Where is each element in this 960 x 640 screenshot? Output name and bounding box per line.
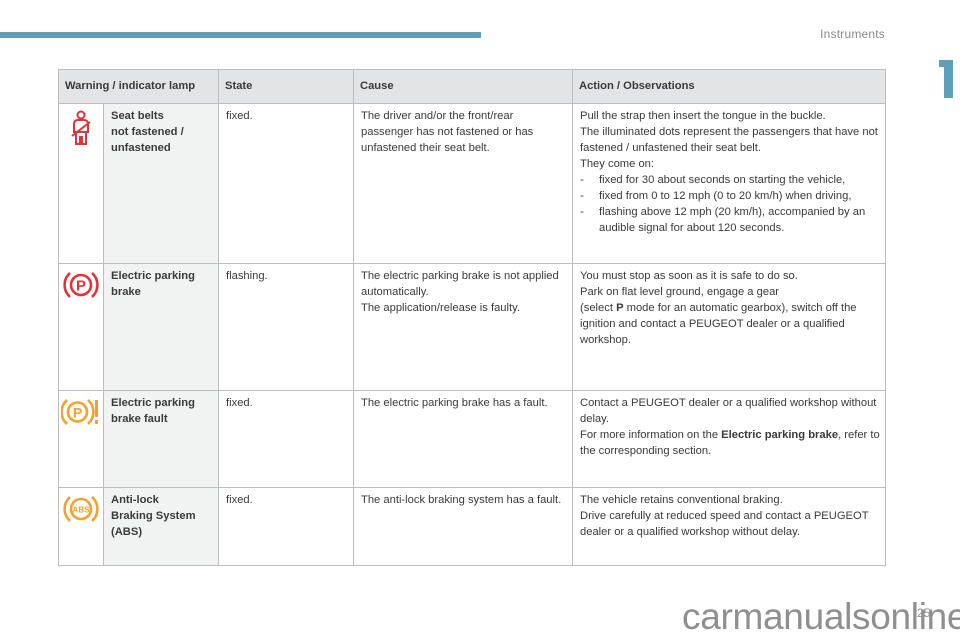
action-bullet: - fixed for 30 about seconds on starting … xyxy=(580,174,846,186)
action-bullet: - flashing above 12 mph (20 km/h), accomp… xyxy=(580,206,866,234)
lamp-name: Electric parking brake fault xyxy=(103,390,219,488)
table-row: P Electric parking brake flashing. The e… xyxy=(58,263,886,391)
lamp-action: You must stop as soon as it is safe to d… xyxy=(572,263,886,391)
parking-brake-fault-icon: P xyxy=(61,399,101,430)
lamp-action: The vehicle retains conventional braking… xyxy=(572,487,886,566)
lamp-state: fixed. xyxy=(218,390,354,488)
header-accent-bar xyxy=(0,32,481,38)
lamp-cause: The electric parking brake has a fault. xyxy=(353,390,573,488)
parking-brake-icon: P xyxy=(63,272,99,303)
column-header-state: State xyxy=(218,69,354,104)
lamp-name: Anti-lock Braking System (ABS) xyxy=(103,487,219,566)
lamp-action: Pull the strap then insert the tongue in… xyxy=(572,103,886,264)
cross-reference-link: Electric parking brake xyxy=(721,429,839,441)
table-row: Seat belts not fastened / unfastened fix… xyxy=(58,103,886,264)
abs-icon: ABS xyxy=(63,496,99,527)
warning-lamps-table: Warning / indicator lamp State Cause Act… xyxy=(58,69,886,566)
lamp-state: flashing. xyxy=(218,263,354,391)
lamp-cause: The electric parking brake is not applie… xyxy=(353,263,573,391)
column-header-cause: Cause xyxy=(353,69,573,104)
lamp-icon-cell: ABS xyxy=(58,487,104,566)
chapter-number-marker xyxy=(939,60,953,98)
lamp-state: fixed. xyxy=(218,487,354,566)
svg-text:P: P xyxy=(76,278,86,295)
svg-text:P: P xyxy=(73,405,82,421)
table-row: P Electric parking brake fault fixed. Th… xyxy=(58,390,886,488)
lamp-cause: The anti-lock braking system has a fault… xyxy=(353,487,573,566)
column-header-lamp: Warning / indicator lamp xyxy=(58,69,219,104)
section-title: Instruments xyxy=(820,27,885,41)
table-header-row: Warning / indicator lamp State Cause Act… xyxy=(58,69,886,104)
lamp-icon-cell: P xyxy=(58,390,104,488)
lamp-icon-cell xyxy=(58,103,104,264)
lamp-state: fixed. xyxy=(218,103,354,264)
lamp-name: Seat belts not fastened / unfastened xyxy=(103,103,219,264)
seat-belt-icon xyxy=(70,110,92,149)
lamp-action: Contact a PEUGEOT dealer or a qualified … xyxy=(572,390,886,488)
lamp-name: Electric parking brake xyxy=(103,263,219,391)
table-row: ABS Anti-lock Braking System (ABS) fixed… xyxy=(58,487,886,566)
chapter-number-flag xyxy=(939,60,948,67)
lamp-icon-cell: P xyxy=(58,263,104,391)
page-number: 25 xyxy=(917,606,931,620)
lamp-cause: The driver and/or the front/rear passeng… xyxy=(353,103,573,264)
action-bullet: - fixed from 0 to 12 mph (0 to 20 km/h) w… xyxy=(580,190,852,202)
svg-text:ABS: ABS xyxy=(73,506,91,515)
column-header-action: Action / Observations xyxy=(572,69,886,104)
